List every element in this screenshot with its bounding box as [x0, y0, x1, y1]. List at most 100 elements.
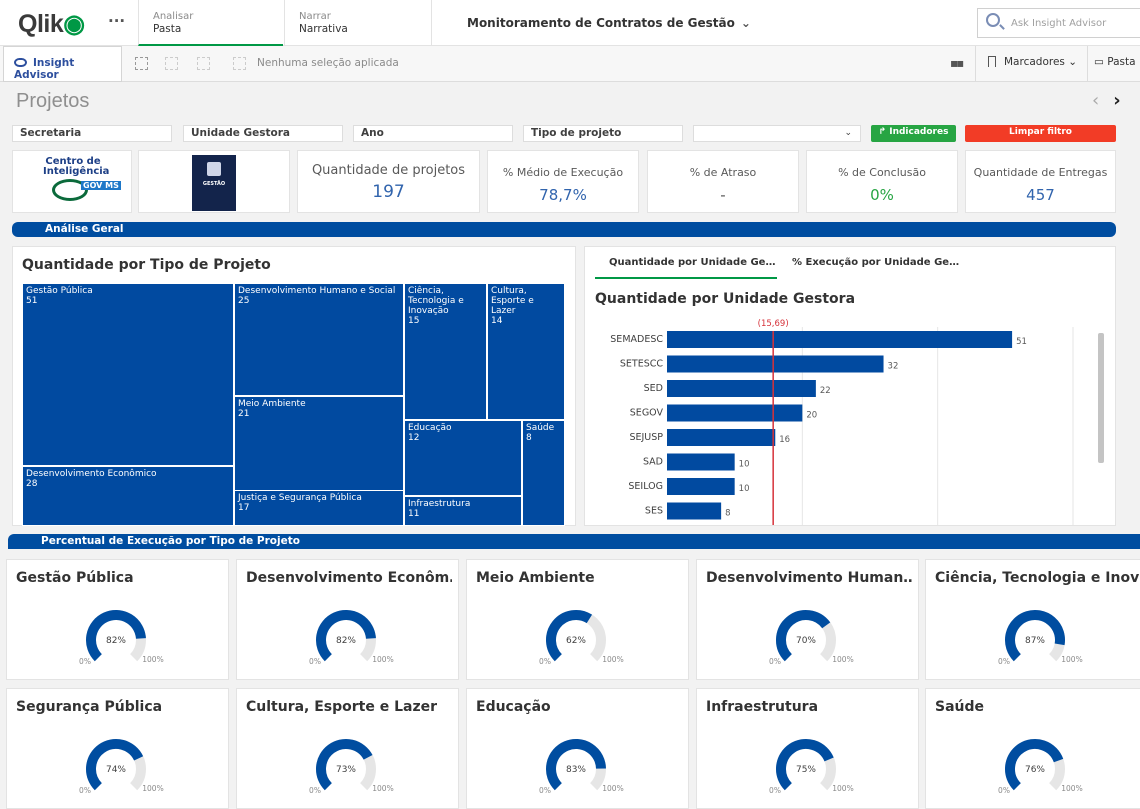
gauge-card[interactable]: Infraestrutura 75% 0% 100%: [696, 688, 919, 809]
tab-narrar[interactable]: Narrar Narrativa: [284, 0, 432, 46]
sheets-label: Pasta: [1107, 56, 1136, 68]
gauge-min-label: 0%: [998, 657, 1010, 666]
chevron-down-icon: ⌄: [740, 16, 751, 30]
filter-secretaria[interactable]: Secretaria: [12, 125, 172, 142]
kpi-value: -: [720, 186, 726, 204]
gauge-card[interactable]: Meio Ambiente 62% 0% 100%: [466, 559, 689, 680]
grid-icon[interactable]: ▪▪: [950, 56, 964, 70]
gauge-card[interactable]: Educação 83% 0% 100%: [466, 688, 689, 809]
sheets-button[interactable]: ▭ Pasta: [1087, 46, 1140, 82]
treemap-cell[interactable]: Infraestrutura 11: [404, 496, 522, 526]
next-sheet-icon[interactable]: ›: [1113, 90, 1120, 111]
tab-narrar-sub: Narrativa: [299, 23, 348, 35]
gauge-max-label: 100%: [142, 784, 163, 793]
kpi-quantidade-projetos[interactable]: Quantidade de projetos 197: [297, 150, 480, 213]
filter-unidade-gestora[interactable]: Unidade Gestora: [183, 125, 343, 142]
kpi-entregas[interactable]: Quantidade de Entregas 457: [965, 150, 1116, 213]
gauge-card[interactable]: Segurança Pública 74% 0% 100%: [6, 688, 229, 809]
treemap-value: 12: [408, 433, 420, 443]
tab-narrar-label: Narrar: [299, 11, 331, 22]
bar[interactable]: [667, 355, 884, 373]
more-menu-icon[interactable]: ···: [108, 12, 125, 30]
gauge-title: Infraestrutura: [706, 699, 819, 715]
tab-quantidade-unidade[interactable]: Quantidade por Unidade Ge…: [609, 257, 775, 268]
sheet-title: Projetos: [16, 90, 90, 112]
bar[interactable]: [667, 502, 722, 520]
gauge-card[interactable]: Desenvolvimento Econôm… 82% 0% 100%: [236, 559, 459, 680]
filter-tipo-projeto[interactable]: Tipo de projeto: [523, 125, 683, 142]
treemap-cell[interactable]: Saúde 8: [522, 420, 565, 526]
gauge-min-label: 0%: [309, 786, 321, 795]
bar[interactable]: [667, 331, 1013, 348]
gauge-card[interactable]: Saúde 76% 0% 100%: [925, 688, 1140, 809]
gauge-value: 74%: [106, 765, 126, 775]
bar-value-label: 10: [739, 484, 750, 494]
clear-selections-icon[interactable]: [233, 57, 246, 70]
bar-category-label: SEILOG: [628, 481, 663, 492]
treemap-cell[interactable]: Gestão Pública 51: [22, 283, 234, 466]
sheet-icon: ▭: [1094, 56, 1108, 68]
treemap-cell[interactable]: Meio Ambiente 21: [234, 396, 404, 491]
treemap-cell[interactable]: Desenvolvimento Humano e Social 25: [234, 283, 404, 396]
bar[interactable]: [667, 380, 816, 397]
bar-chart-card[interactable]: Quantidade por Unidade Ge… % Execução po…: [584, 246, 1116, 526]
section-analise-geral: Análise Geral: [12, 222, 1116, 237]
ask-insight-search[interactable]: Ask Insight Advisor: [977, 8, 1140, 38]
treemap-card[interactable]: Quantidade por Tipo de Projeto Gestão Pú…: [12, 246, 576, 526]
bar[interactable]: [667, 478, 735, 495]
gauge-max-label: 100%: [372, 655, 393, 664]
gauge-chart: 62% 0% 100%: [539, 610, 624, 666]
gauge-card[interactable]: Gestão Pública 82% 0% 100%: [6, 559, 229, 680]
no-selection-text: Nenhuma seleção aplicada: [257, 57, 399, 69]
treemap-cell[interactable]: Justiça e Segurança Pública 17: [234, 490, 404, 526]
treemap-cell[interactable]: Ciência, Tecnologia e Inovação 15: [404, 283, 487, 420]
treemap-cell[interactable]: Cultura, Esporte e Lazer 14: [487, 283, 565, 420]
kpi-atraso[interactable]: % de Atraso -: [647, 150, 799, 213]
bar-chart-title: Quantidade por Unidade Gestora: [595, 291, 856, 307]
treemap-label: Infraestrutura: [408, 499, 471, 509]
step-forward-icon[interactable]: [197, 57, 210, 70]
bar[interactable]: [667, 404, 803, 422]
kpi-medio-execucao[interactable]: % Médio de Execução 78,7%: [487, 150, 639, 213]
bookmarks-button[interactable]: Marcadores ⌄: [975, 46, 1087, 82]
gestao-logo-icon: GESTÃO: [192, 155, 236, 211]
treemap-cell[interactable]: Desenvolvimento Econômico 28: [22, 466, 234, 526]
previous-sheet-icon[interactable]: ‹: [1092, 90, 1099, 111]
chart-scrollbar[interactable]: [1098, 333, 1104, 463]
bar-chart-plot: SEMADESC 51 SETESCC 32 SED 22 SEGOV 20 SEJUSP 16 S…: [610, 319, 1074, 525]
gauge-max-label: 100%: [142, 655, 163, 664]
chevron-down-icon: ⌄: [844, 128, 852, 138]
bar[interactable]: [667, 429, 776, 446]
qlik-logo[interactable]: Qlik◉: [18, 9, 85, 39]
treemap-cell[interactable]: Educação 12: [404, 420, 522, 496]
step-back-icon[interactable]: [165, 57, 178, 70]
bar[interactable]: [667, 453, 735, 471]
gauge-card[interactable]: Ciência, Tecnologia e Inov… 87% 0% 100%: [925, 559, 1140, 680]
insight-advisor-button[interactable]: Insight Advisor: [3, 46, 122, 82]
tab-analisar[interactable]: Analisar Pasta: [138, 0, 283, 46]
limpar-filtro-button[interactable]: Limpar filtro: [965, 125, 1116, 142]
gauge-chart: 82% 0% 100%: [79, 610, 164, 666]
selections-tool-icon[interactable]: [135, 57, 148, 70]
bar-category-label: SES: [645, 506, 663, 517]
gauge-min-label: 0%: [539, 786, 551, 795]
gauge-card[interactable]: Desenvolvimento Human… 70% 0% 100%: [696, 559, 919, 680]
treemap-value: 11: [408, 509, 420, 519]
section-percentual-execucao: Percentual de Execução por Tipo de Proje…: [8, 534, 1140, 549]
filter-dropdown[interactable]: ⌄: [693, 125, 861, 142]
gauge-chart: 74% 0% 100%: [79, 739, 164, 795]
gauge-max-label: 100%: [1061, 784, 1082, 793]
tab-analisar-sub: Pasta: [153, 23, 182, 35]
gauge-value: 83%: [566, 765, 586, 775]
gauge-min-label: 0%: [79, 786, 91, 795]
indicadores-button[interactable]: ↱ Indicadores: [871, 125, 956, 142]
tab-execucao-unidade[interactable]: % Execução por Unidade Ge…: [792, 257, 959, 268]
gauge-title: Educação: [476, 699, 551, 715]
gauge-value: 76%: [1025, 765, 1045, 775]
bar-category-label: SAD: [643, 457, 663, 468]
app-title: Monitoramento de Contratos de Gestão: [467, 16, 735, 30]
filter-ano[interactable]: Ano: [353, 125, 513, 142]
kpi-conclusao[interactable]: % de Conclusão 0%: [806, 150, 958, 213]
app-title-dropdown[interactable]: Monitoramento de Contratos de Gestão ⌄: [467, 16, 751, 30]
gauge-card[interactable]: Cultura, Esporte e Lazer 73% 0% 100%: [236, 688, 459, 809]
